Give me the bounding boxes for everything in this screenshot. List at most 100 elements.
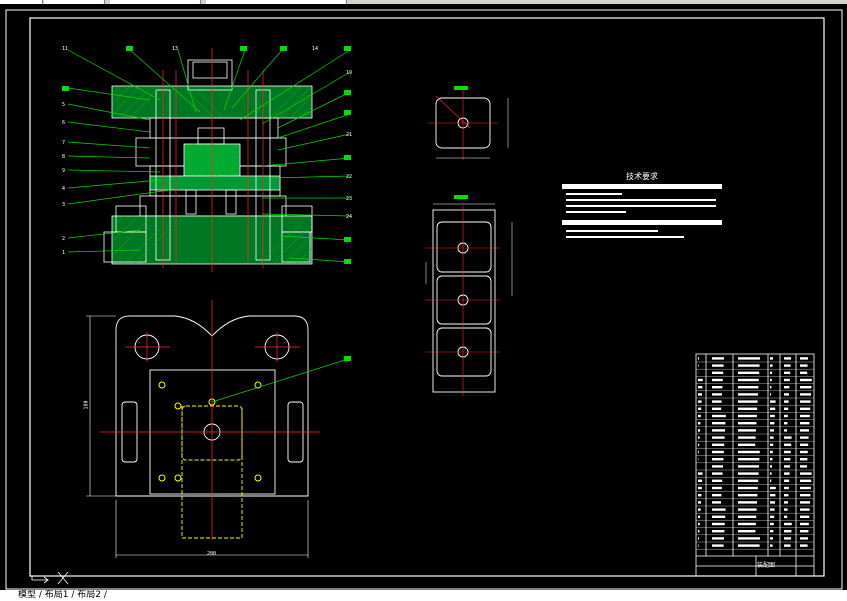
bom-cell-text [784, 450, 791, 454]
bom-cell-text [784, 436, 792, 439]
bom-cell-text [800, 479, 812, 482]
bom-cell-text [770, 450, 773, 454]
bom-cell-text [784, 465, 790, 468]
bom-cell-text [770, 378, 772, 382]
strip-layout-view [432, 209, 496, 393]
bom-cell-text [738, 450, 760, 454]
svg-text:7: 7 [62, 140, 65, 146]
bom-cell-text [800, 544, 808, 547]
bom-cell-text [800, 522, 809, 526]
bom-cell-text [738, 508, 757, 511]
bom-cell-text [800, 515, 810, 518]
bom-cell-text [800, 501, 810, 504]
plan-view-centerlines [100, 300, 320, 540]
bom-cell-text [738, 522, 756, 526]
bom-cell-text [712, 458, 724, 461]
bom-cell-text [738, 407, 758, 410]
bom-cell-text [698, 544, 699, 547]
bom-cell-text [698, 378, 703, 382]
bom-cell-text [770, 515, 775, 518]
bom-cell-text [698, 450, 699, 454]
bom-cell-text [698, 472, 703, 475]
cad-drawing-canvas[interactable]: 11 5 6 7 8 9 4 3 2 1 13 14 19 21 22 23 24 [0, 0, 847, 590]
bom-cell-text [698, 537, 699, 540]
bom-cell-text [698, 508, 701, 511]
bom-cell-text [712, 537, 724, 540]
bom-cell-text [698, 414, 701, 418]
bom-cell-text [712, 371, 724, 374]
bom-cell-text [800, 494, 811, 497]
svg-text:19: 19 [346, 70, 352, 76]
bom-cell-text [712, 486, 722, 490]
bom-cell-text [738, 414, 757, 418]
bom-cell-text [770, 443, 774, 446]
svg-text:11: 11 [62, 46, 68, 52]
svg-text:14: 14 [312, 46, 318, 52]
bom-cell-text [784, 414, 788, 418]
bom-cell-text [770, 479, 772, 482]
bom-cell-text [784, 429, 787, 432]
bom-cell-text [800, 386, 812, 389]
bom-cell-text [738, 386, 759, 389]
bom-cell-text [784, 458, 791, 461]
bom-cell-text [770, 530, 774, 533]
bom-cell-text [784, 472, 790, 475]
svg-text:13: 13 [172, 46, 178, 52]
strip-centerlines [425, 205, 500, 396]
bom-cell-text [770, 407, 776, 410]
bom-cell-text [784, 522, 792, 526]
bom-cell-text [738, 479, 759, 482]
bom-cell-text [738, 458, 760, 461]
bom-cell-text [712, 393, 722, 396]
bom-cell-text [738, 472, 759, 475]
bom-cell-text [738, 393, 758, 396]
base-width-dimension: 200 [207, 551, 217, 557]
bom-cell-text [738, 544, 760, 547]
bom-cell-text [770, 494, 776, 497]
bom-cell-text [784, 422, 788, 425]
svg-text:5: 5 [62, 102, 65, 108]
bom-cell-text [784, 443, 792, 446]
bom-cell-text [738, 501, 757, 504]
bom-cell-text [770, 364, 773, 367]
bom-cell-text [784, 501, 788, 504]
bom-cell-text [784, 400, 789, 403]
bom-cell-text [738, 357, 760, 360]
bom-cell-text [800, 508, 810, 511]
bom-cell-text [770, 371, 773, 374]
bom-cell-text [770, 486, 776, 490]
bom-cell-text [800, 393, 811, 396]
bom-cell-text [698, 364, 699, 367]
bom-cell-text [712, 386, 723, 389]
bom-cell-text [738, 530, 756, 533]
bom-cell-text [738, 429, 756, 432]
bom-cell-text [800, 458, 808, 461]
bom-cell-text [800, 530, 809, 533]
bom-cell-text [712, 378, 723, 382]
bom-cell-text [698, 357, 699, 360]
bom-cell-text [738, 436, 756, 439]
bom-cell-text [738, 537, 760, 540]
bom-cell-text [712, 494, 722, 497]
svg-text:9: 9 [62, 168, 65, 174]
bom-cell-text [698, 494, 702, 497]
bom-cell-text [712, 479, 723, 482]
svg-text:3: 3 [62, 202, 65, 208]
bom-cell-text [698, 530, 700, 533]
svg-text:23: 23 [346, 196, 352, 202]
plan-view-holes [158, 381, 262, 482]
plan-leader [211, 359, 346, 403]
bom-cell-text [770, 501, 775, 504]
svg-text:6: 6 [62, 120, 65, 126]
bom-cell-text [770, 393, 771, 396]
ucs-icon [31, 571, 69, 585]
bom-cell-text [800, 429, 809, 432]
layout-tabs-label[interactable]: 模型 / 布局1 / 布局2 / [18, 590, 107, 601]
bom-cell-text [712, 364, 724, 367]
technical-requirements-block [562, 184, 722, 238]
bom-cell-text [698, 407, 702, 410]
bom-cell-text [698, 393, 702, 396]
bom-cell-text [770, 436, 774, 439]
bom-cell-text [770, 357, 773, 360]
bom-cell-text [800, 537, 808, 540]
